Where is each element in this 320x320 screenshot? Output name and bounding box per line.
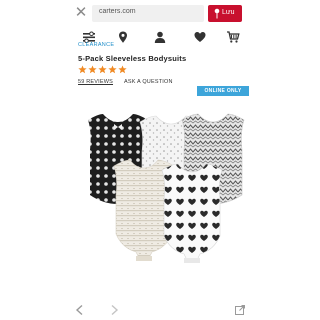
ask-question-link[interactable]: ASK A QUESTION [124,79,173,85]
star-icon [98,65,107,74]
product-image[interactable] [78,100,248,275]
back-icon[interactable] [74,304,86,316]
star-icon [118,65,127,74]
save-button-label: Lưu [222,9,235,16]
forward-icon[interactable] [108,304,120,316]
url-text: carters.com [99,8,136,15]
product-title: 5-Pack Sleeveless Bodysuits [78,54,187,63]
account-icon[interactable] [153,30,167,44]
heart-icon[interactable] [193,30,207,44]
share-icon[interactable] [234,304,246,316]
pin-icon [214,8,220,19]
product-category[interactable]: CLEARANCE [78,42,114,48]
cart-icon[interactable] [226,30,240,44]
star-icon [78,65,87,74]
reviews-link[interactable]: 59 REVIEWS [78,79,113,85]
save-button[interactable]: Lưu [208,5,242,22]
star-icon [88,65,97,74]
browser-top-bar: ✕ carters.com Lưu [0,0,320,26]
close-icon[interactable]: ✕ [74,5,88,20]
rating-stars[interactable] [78,65,127,74]
star-icon [108,65,117,74]
location-icon[interactable] [116,30,130,44]
browser-bottom-bar [0,300,320,320]
online-only-badge: ONLINE ONLY [197,86,249,96]
site-nav-bar [0,27,320,47]
url-bar[interactable]: carters.com [92,5,204,22]
